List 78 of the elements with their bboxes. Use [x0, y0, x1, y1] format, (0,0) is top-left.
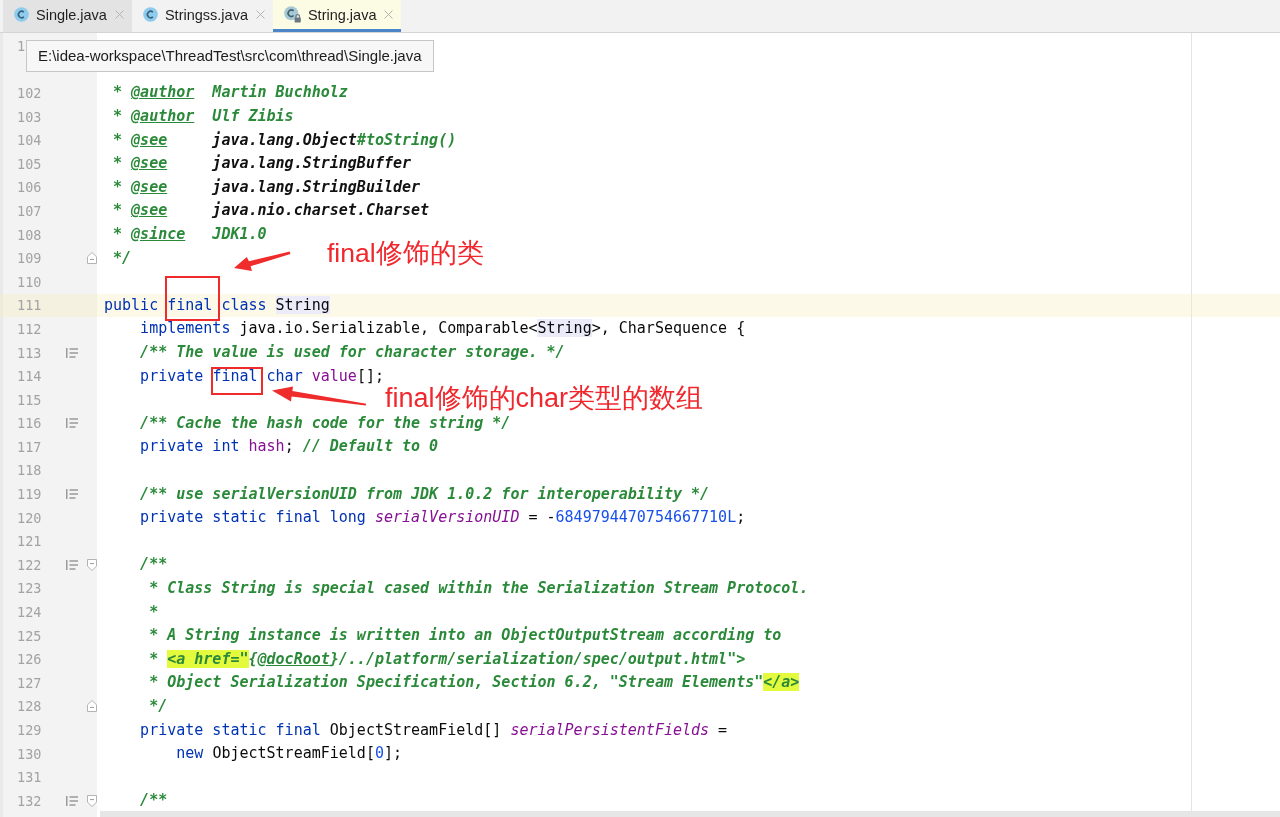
- annotation-text: final修饰的类: [327, 239, 484, 269]
- code-line: * @see java.lang.StringBuilder: [112, 178, 421, 196]
- line-number: 129: [16, 722, 43, 738]
- code-line: * @see java.lang.StringBuffer: [112, 155, 412, 173]
- text-lines-icon[interactable]: [66, 418, 78, 429]
- code-line: private final char value[];: [139, 367, 384, 385]
- line-number: 111: [16, 297, 43, 314]
- line-number: 110: [16, 273, 43, 290]
- horizontal-scrollbar[interactable]: [100, 811, 1280, 817]
- code-line: * <a href="{@docRoot}/../platform/serialization/spec/output.html">: [148, 650, 746, 668]
- annotation-arrow: [232, 250, 292, 274]
- code-line: /** use serialVersionUID from JDK 1.0.2 for interoperability */: [139, 485, 710, 503]
- line-number: 113: [16, 344, 43, 361]
- text-lines-icon[interactable]: [66, 347, 78, 358]
- code-line: * @author Martin Buchholz: [112, 84, 348, 102]
- code-line: * @see java.nio.charset.Charset: [112, 202, 430, 220]
- code-line: private static final ObjectStreamField[] serialPersistentFields =: [139, 721, 728, 739]
- line-number: 130: [16, 745, 43, 762]
- line-number: 119: [16, 486, 43, 503]
- editor-tab[interactable]: Single.java: [3, 0, 132, 32]
- line-number: 120: [16, 509, 43, 526]
- code-line: * A String instance is written into an ObjectOutputStream according to: [148, 627, 782, 645]
- line-number: 128: [16, 698, 43, 715]
- editor-tab[interactable]: String.java: [272, 0, 402, 32]
- code-line: /**: [139, 556, 168, 574]
- code-line: *: [148, 603, 159, 621]
- line-number: 114: [16, 368, 43, 385]
- code-editor[interactable]: [0, 33, 1280, 817]
- code-line: private static final long serialVersionUID = -6849794470754667710L;: [139, 509, 746, 527]
- code-line: new ObjectStreamField[0];: [175, 745, 403, 763]
- line-number: 127: [16, 674, 43, 691]
- fold-icon[interactable]: [87, 558, 97, 571]
- text-lines-icon[interactable]: [66, 795, 78, 806]
- code-line: /**: [139, 792, 168, 810]
- line-number: 112: [16, 320, 43, 337]
- line-number: 105: [16, 155, 43, 172]
- code-line: /** Cache the hash code for the string */: [139, 414, 511, 432]
- line-number: 1: [16, 37, 27, 54]
- line-number: 125: [16, 627, 43, 644]
- code-line: */: [112, 249, 132, 267]
- code-line: * @author Ulf Zibis: [112, 108, 294, 126]
- code-line: * @since JDK1.0: [112, 226, 267, 244]
- line-number: 117: [16, 438, 43, 455]
- line-number: 123: [16, 580, 43, 597]
- annotation-text: final修饰的char类型的数组: [385, 383, 704, 414]
- line-number: 109: [16, 250, 43, 267]
- line-number: 118: [16, 462, 43, 479]
- close-icon[interactable]: [114, 10, 124, 19]
- code-line: * Class String is special cased within the Serialization Stream Protocol.: [148, 579, 809, 597]
- line-number: 132: [16, 792, 43, 809]
- line-number: 102: [16, 85, 43, 101]
- line-number: 126: [16, 651, 43, 668]
- line-number: 103: [16, 108, 43, 125]
- code-line: /** The value is used for character storage. */: [139, 344, 565, 361]
- line-number: 107: [16, 202, 43, 219]
- line-number: 106: [16, 179, 43, 196]
- code-line: implements java.io.Serializable, Comparable<String>, CharSequence {: [139, 320, 746, 338]
- fold-icon[interactable]: [87, 252, 97, 265]
- fold-icon[interactable]: [87, 700, 97, 713]
- line-number: 115: [16, 391, 43, 408]
- fold-icon[interactable]: [87, 794, 97, 807]
- text-lines-icon[interactable]: [66, 559, 78, 570]
- code-line: private int hash; // Default to 0: [139, 438, 439, 456]
- line-number: 121: [16, 533, 43, 550]
- text-lines-icon[interactable]: [66, 489, 78, 500]
- line-number: 116: [16, 415, 43, 432]
- path-tooltip: E:\idea-workspace\ThreadTest\src\com\thread\Single.java: [26, 40, 434, 72]
- close-icon[interactable]: [255, 10, 265, 19]
- close-icon[interactable]: [384, 10, 394, 19]
- code-line: * Object Serialization Specification, Section 6.2, "Stream Elements"</a>: [148, 674, 800, 692]
- code-line: * @see java.lang.Object#toString(): [112, 131, 457, 149]
- line-number: 122: [16, 556, 43, 573]
- line-number: 124: [16, 604, 43, 621]
- line-number: 108: [16, 226, 43, 243]
- code-line: public final class String: [103, 296, 330, 314]
- code-line: */: [148, 697, 168, 715]
- line-number: 131: [16, 769, 43, 786]
- line-number: 104: [16, 132, 43, 149]
